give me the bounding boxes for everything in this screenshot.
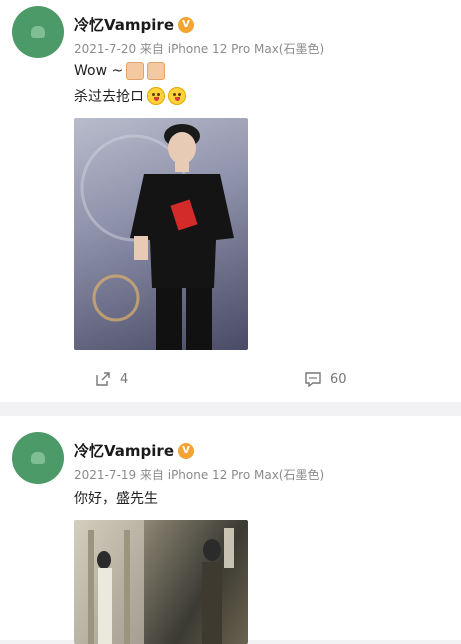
post-image[interactable]: [74, 520, 248, 644]
tongue-face-emoji-icon: [168, 87, 186, 105]
avatar-image-icon: [31, 452, 45, 464]
vip-badge-icon: V: [178, 16, 194, 33]
share-icon: [96, 372, 110, 386]
post-text-line: 杀过去抢ロ: [74, 86, 186, 106]
avatar-image-icon: [31, 26, 45, 38]
avatar[interactable]: [12, 432, 64, 484]
share-button[interactable]: 4: [94, 370, 128, 388]
post-text-line: Wow ~: [74, 62, 166, 80]
comment-count: 60: [330, 371, 347, 387]
share-count: 4: [120, 371, 129, 387]
post-card: 冷忆Vampire V 2021-7-19 来自 iPhone 12 Pro M…: [0, 416, 461, 644]
comment-button[interactable]: 60: [304, 370, 347, 388]
post-text: Wow ~: [74, 63, 124, 79]
post-card: 冷忆Vampire V 2021-7-20 来自 iPhone 12 Pro M…: [0, 0, 461, 402]
post-text: 杀过去抢ロ: [74, 89, 144, 105]
emoji-sticker-icon: [147, 62, 166, 80]
author-row: 冷忆Vampire V: [74, 440, 194, 461]
post-image-illustration: [74, 520, 234, 644]
post-image[interactable]: [74, 118, 248, 350]
post-meta: 2021-7-19 来自 iPhone 12 Pro Max(石墨色): [74, 468, 325, 482]
tongue-face-emoji-icon: [147, 87, 165, 105]
post-text-line: 你好，盛先生: [74, 488, 158, 508]
post-actions: 4 60: [0, 370, 461, 392]
vip-badge-icon: V: [178, 442, 194, 459]
post-image-illustration: [80, 124, 234, 350]
post-meta: 2021-7-20 来自 iPhone 12 Pro Max(石墨色): [74, 42, 325, 56]
username[interactable]: 冷忆Vampire: [74, 440, 174, 461]
emoji-sticker-icon: [126, 62, 145, 80]
weibo-feed: 冷忆Vampire V 2021-7-20 来自 iPhone 12 Pro M…: [0, 0, 461, 644]
username[interactable]: 冷忆Vampire: [74, 14, 174, 35]
post-text: 你好，盛先生: [74, 491, 158, 507]
avatar[interactable]: [12, 6, 64, 58]
comment-icon: [305, 372, 321, 388]
author-row: 冷忆Vampire V: [74, 14, 194, 35]
